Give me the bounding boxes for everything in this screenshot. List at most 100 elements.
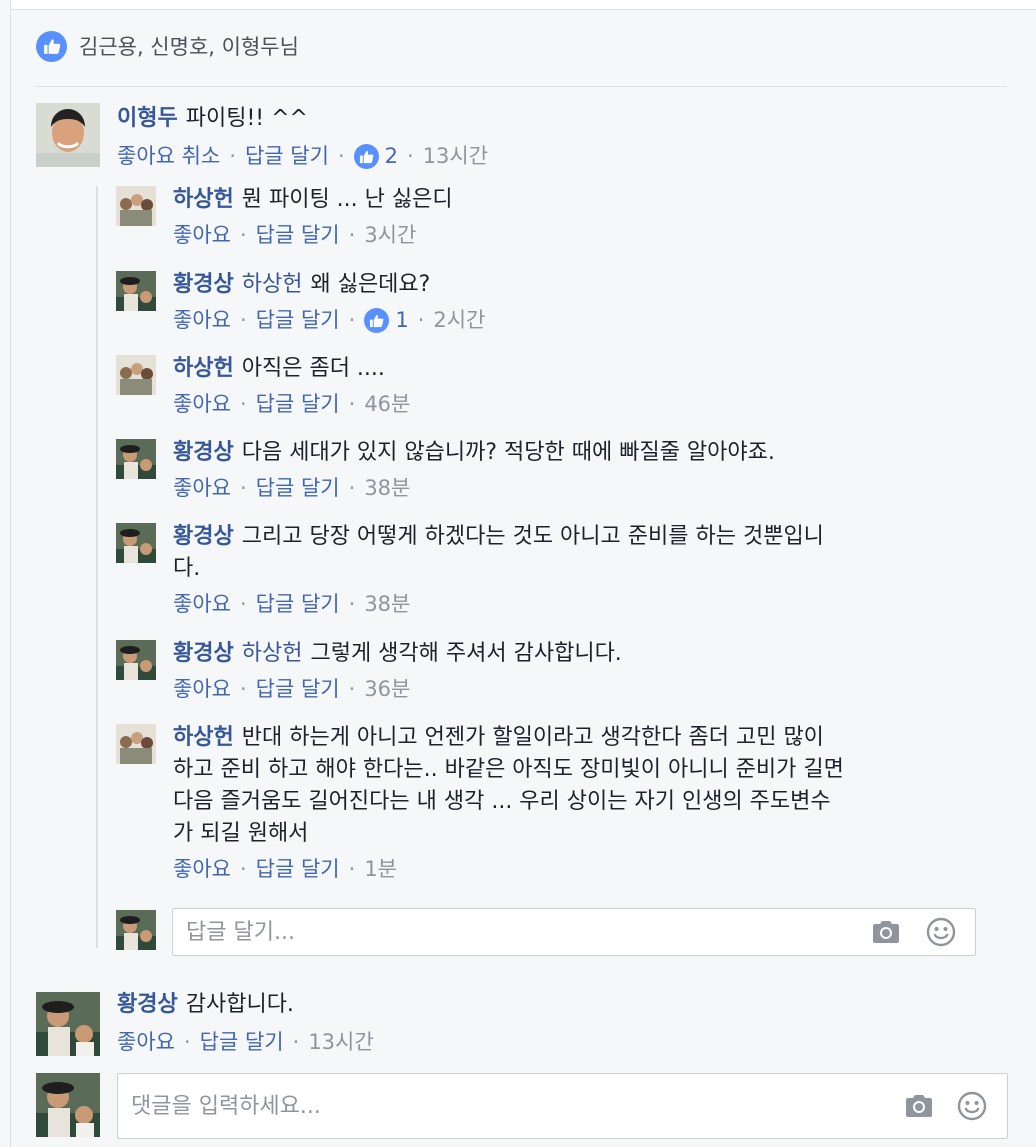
- reaction-number: 1: [395, 308, 409, 332]
- separator: ·: [348, 677, 356, 701]
- timestamp[interactable]: 2시간: [433, 304, 485, 336]
- separator: ·: [183, 1030, 191, 1054]
- reply-text: 반대 하는게 아니고 언젠가 할일이라고 생각한다 좀더 고민 많이 하고 준비…: [173, 725, 844, 846]
- reply-author[interactable]: 황경상: [173, 641, 234, 666]
- reply-text: 그렇게 생각해 주셔서 감사합니다.: [310, 641, 622, 666]
- avatar: [36, 1073, 100, 1137]
- likers-names[interactable]: 김근용, 신명호, 이형두님: [79, 31, 299, 61]
- timestamp[interactable]: 38분: [364, 588, 410, 620]
- reply-author[interactable]: 하상헌: [173, 187, 234, 212]
- reply-author[interactable]: 황경상: [173, 272, 234, 297]
- reply-button[interactable]: 답글 달기: [256, 673, 340, 705]
- reply-actions: 좋아요 · 답글 달기 · 38분: [173, 472, 953, 504]
- avatar[interactable]: [116, 523, 156, 563]
- post-left-edge: [10, 0, 11, 1147]
- unlike-button[interactable]: 좋아요 취소: [117, 140, 220, 172]
- reply-text: 그리고 당장 어떻게 하겠다는 것도 아니고 준비를 하는 것뿐입니 다.: [173, 524, 824, 581]
- comment-text: 감사합니다.: [185, 992, 294, 1017]
- reply-button[interactable]: 답글 달기: [256, 304, 340, 336]
- reply-text: 다음 세대가 있지 않습니까? 적당한 때에 빠질줄 알아야죠.: [241, 440, 775, 465]
- camera-icon[interactable]: [903, 1090, 935, 1122]
- like-button[interactable]: 좋아요: [173, 853, 231, 885]
- reply-author[interactable]: 황경상: [173, 524, 234, 549]
- avatar[interactable]: [116, 271, 156, 311]
- avatar[interactable]: [116, 186, 156, 226]
- reply-actions: 좋아요 · 답글 달기 · 38분: [173, 588, 953, 620]
- like-button[interactable]: 좋아요: [173, 588, 231, 620]
- reply-button[interactable]: 답글 달기: [256, 588, 340, 620]
- avatar[interactable]: [116, 724, 156, 764]
- separator: ·: [239, 392, 247, 416]
- camera-icon[interactable]: [870, 916, 902, 948]
- comment-author[interactable]: 이형두: [117, 106, 178, 131]
- mention-link[interactable]: 하상헌: [242, 641, 303, 666]
- separator: ·: [239, 308, 247, 332]
- reaction-count[interactable]: 1: [364, 304, 409, 336]
- reply-author[interactable]: 하상헌: [173, 725, 234, 750]
- separator: ·: [229, 144, 236, 168]
- reply-button[interactable]: 답글 달기: [245, 140, 329, 172]
- reply-author[interactable]: 하상헌: [173, 356, 234, 381]
- likes-summary: 김근용, 신명호, 이형두님: [36, 30, 299, 62]
- timestamp[interactable]: 3시간: [364, 219, 416, 251]
- avatar[interactable]: [36, 992, 100, 1056]
- like-icon: [364, 307, 390, 333]
- reply-actions: 좋아요 · 답글 달기 · 1 · 2시간: [173, 304, 953, 336]
- reaction-number: 2: [384, 144, 398, 168]
- like-icon: [36, 30, 67, 62]
- timestamp[interactable]: 1분: [364, 853, 397, 885]
- like-button[interactable]: 좋아요: [173, 673, 231, 705]
- separator: ·: [348, 308, 356, 332]
- avatar[interactable]: [36, 103, 100, 167]
- separator: ·: [348, 392, 356, 416]
- comment-text: 파이팅!! ^^: [185, 106, 308, 131]
- reply-text: 아직은 좀더 ....: [241, 356, 385, 381]
- avatar: [116, 910, 156, 950]
- timestamp[interactable]: 13시간: [308, 1026, 373, 1058]
- reply-thread-bar: [96, 186, 98, 948]
- reply-actions: 좋아요 · 답글 달기 · 1분: [173, 853, 953, 885]
- like-button[interactable]: 좋아요: [173, 219, 231, 251]
- reply-text: 뭔 파이팅 ... 난 싫은디: [241, 187, 453, 212]
- avatar[interactable]: [116, 439, 156, 479]
- reply-text: 왜 싫은데요?: [310, 272, 431, 297]
- avatar[interactable]: [116, 640, 156, 680]
- separator: ·: [239, 223, 247, 247]
- timestamp[interactable]: 46분: [364, 388, 410, 420]
- like-button[interactable]: 좋아요: [173, 304, 231, 336]
- reply-actions: 좋아요 · 답글 달기 · 3시간: [173, 219, 953, 251]
- reply-actions: 좋아요 · 답글 달기 · 46분: [173, 388, 953, 420]
- separator: ·: [239, 857, 247, 881]
- reply-button[interactable]: 답글 달기: [256, 472, 340, 504]
- comment-author[interactable]: 황경상: [117, 992, 178, 1017]
- reply-input[interactable]: [173, 909, 975, 955]
- timestamp[interactable]: 13시간: [423, 140, 488, 172]
- reply-button[interactable]: 답글 달기: [256, 853, 340, 885]
- reply-button[interactable]: 답글 달기: [256, 388, 340, 420]
- separator: ·: [292, 1030, 300, 1054]
- like-button[interactable]: 좋아요: [117, 1026, 175, 1058]
- separator: ·: [348, 476, 356, 500]
- likes-divider: [36, 86, 1007, 87]
- like-button[interactable]: 좋아요: [173, 472, 231, 504]
- reply-actions: 좋아요 · 답글 달기 · 36분: [173, 673, 953, 705]
- timestamp[interactable]: 38분: [364, 472, 410, 504]
- smiley-icon[interactable]: [925, 916, 957, 948]
- avatar[interactable]: [116, 355, 156, 395]
- reaction-count[interactable]: 2: [353, 140, 398, 172]
- reply-button[interactable]: 답글 달기: [200, 1026, 284, 1058]
- comment-input[interactable]: [118, 1074, 1007, 1138]
- separator: ·: [348, 223, 356, 247]
- like-button[interactable]: 좋아요: [173, 388, 231, 420]
- mention-link[interactable]: 하상헌: [242, 272, 303, 297]
- timestamp[interactable]: 36분: [364, 673, 410, 705]
- separator: ·: [407, 144, 414, 168]
- like-icon: [353, 143, 379, 169]
- reply-author[interactable]: 황경상: [173, 440, 234, 465]
- post-top-edge: [10, 0, 1036, 10]
- separator: ·: [348, 857, 356, 881]
- comment-actions: 좋아요 취소 · 답글 달기 · 2 · 13시간: [117, 140, 488, 172]
- smiley-icon[interactable]: [956, 1090, 988, 1122]
- reply-button[interactable]: 답글 달기: [256, 219, 340, 251]
- separator: ·: [239, 677, 247, 701]
